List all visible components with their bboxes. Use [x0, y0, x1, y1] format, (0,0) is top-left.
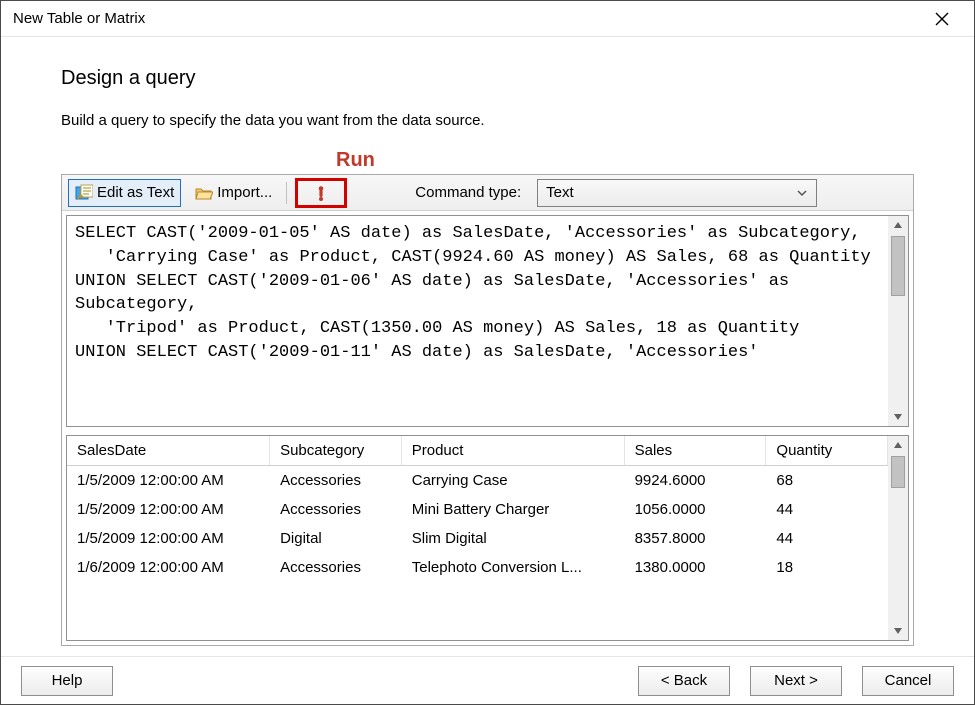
chevron-down-icon — [796, 187, 808, 199]
col-quantity[interactable]: Quantity — [766, 436, 888, 466]
command-type-value: Text — [546, 184, 574, 201]
cell-sales_date: 1/6/2009 12:00:00 AM — [67, 553, 270, 582]
scroll-down-icon[interactable] — [889, 622, 907, 640]
col-sales[interactable]: Sales — [624, 436, 766, 466]
col-salesdate[interactable]: SalesDate — [67, 436, 270, 466]
help-button[interactable]: Help — [21, 666, 113, 696]
table-row[interactable]: 1/5/2009 12:00:00 AMDigitalSlim Digital8… — [67, 524, 888, 553]
cell-sales_date: 1/5/2009 12:00:00 AM — [67, 466, 270, 496]
wizard-footer: Help < Back Next > Cancel — [1, 656, 974, 704]
run-icon — [312, 184, 330, 202]
scroll-down-icon[interactable] — [889, 408, 907, 426]
command-type-label: Command type: — [415, 184, 521, 201]
cell-quantity: 44 — [766, 524, 888, 553]
scroll-up-icon[interactable] — [889, 216, 907, 234]
scroll-thumb[interactable] — [891, 456, 905, 488]
edit-as-text-label: Edit as Text — [97, 184, 174, 201]
results-scrollbar[interactable] — [888, 436, 908, 640]
cell-sales_date: 1/5/2009 12:00:00 AM — [67, 495, 270, 524]
cell-quantity: 68 — [766, 466, 888, 496]
cell-quantity: 18 — [766, 553, 888, 582]
run-annotation: Run — [336, 149, 914, 172]
cell-subcategory: Accessories — [270, 466, 402, 496]
query-scrollbar[interactable] — [888, 216, 908, 426]
cell-product: Slim Digital — [401, 524, 624, 553]
cell-sales: 8357.8000 — [624, 524, 766, 553]
cell-subcategory: Digital — [270, 524, 402, 553]
results-grid[interactable]: SalesDate Subcategory Product Sales Quan… — [67, 436, 888, 640]
close-icon — [935, 12, 949, 26]
cell-subcategory: Accessories — [270, 553, 402, 582]
import-label: Import... — [217, 184, 272, 201]
import-button[interactable]: Import... — [189, 179, 278, 207]
page-subtext: Build a query to specify the data you wa… — [61, 112, 914, 129]
wizard-window: New Table or Matrix Design a query Build… — [0, 0, 975, 705]
edit-text-icon — [75, 184, 93, 202]
cell-sales: 1056.0000 — [624, 495, 766, 524]
page-heading: Design a query — [61, 67, 914, 90]
next-button[interactable]: Next > — [750, 666, 842, 696]
query-text-area: SELECT CAST('2009-01-05' AS date) as Sal… — [66, 215, 909, 427]
edit-as-text-button[interactable]: Edit as Text — [68, 179, 181, 207]
cell-sales: 9924.6000 — [624, 466, 766, 496]
wizard-content: Design a query Build a query to specify … — [1, 37, 974, 656]
titlebar: New Table or Matrix — [1, 1, 974, 37]
cell-quantity: 44 — [766, 495, 888, 524]
col-subcategory[interactable]: Subcategory — [270, 436, 402, 466]
cell-product: Mini Battery Charger — [401, 495, 624, 524]
run-button[interactable] — [295, 178, 347, 208]
cell-subcategory: Accessories — [270, 495, 402, 524]
cell-sales: 1380.0000 — [624, 553, 766, 582]
table-row[interactable]: 1/5/2009 12:00:00 AMAccessoriesCarrying … — [67, 466, 888, 496]
table-row[interactable]: 1/6/2009 12:00:00 AMAccessoriesTelephoto… — [67, 553, 888, 582]
cell-product: Telephoto Conversion L... — [401, 553, 624, 582]
back-button[interactable]: < Back — [638, 666, 730, 696]
cell-product: Carrying Case — [401, 466, 624, 496]
table-row[interactable]: 1/5/2009 12:00:00 AMAccessoriesMini Batt… — [67, 495, 888, 524]
close-button[interactable] — [922, 4, 962, 34]
designer-toolbar: Edit as Text Import... — [62, 175, 913, 211]
col-product[interactable]: Product — [401, 436, 624, 466]
results-grid-area: SalesDate Subcategory Product Sales Quan… — [66, 435, 909, 641]
cell-sales_date: 1/5/2009 12:00:00 AM — [67, 524, 270, 553]
toolbar-separator — [286, 182, 287, 204]
query-designer: Edit as Text Import... — [61, 174, 914, 646]
results-header-row: SalesDate Subcategory Product Sales Quan… — [67, 436, 888, 466]
cancel-button[interactable]: Cancel — [862, 666, 954, 696]
command-type-select[interactable]: Text — [537, 179, 817, 207]
scroll-thumb[interactable] — [891, 236, 905, 296]
sql-text[interactable]: SELECT CAST('2009-01-05' AS date) as Sal… — [67, 216, 888, 426]
folder-open-icon — [195, 184, 213, 202]
scroll-up-icon[interactable] — [889, 436, 907, 454]
window-title: New Table or Matrix — [13, 10, 922, 27]
